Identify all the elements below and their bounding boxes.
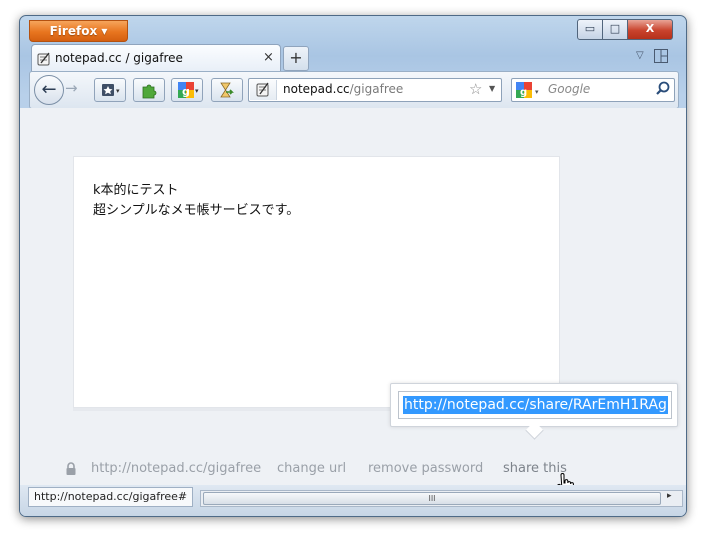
google-toolbar-button[interactable]: g ▾ [171,78,203,102]
url-bar[interactable]: notepad.cc/gigafree ☆ ▼ [248,78,502,102]
tab-groups-icon[interactable] [654,49,668,63]
scrollbar-thumb[interactable]: III [203,492,661,505]
note-line: k本的にテスト [93,183,179,198]
share-url-selected: http://notepad.cc/share/RArEmH1RAg [403,396,668,414]
svg-text:g: g [520,87,527,98]
page-url-link[interactable]: http://notepad.cc/gigafree [91,461,261,476]
close-window-button[interactable]: X [627,19,673,40]
scroll-right-arrow-icon[interactable]: ▸ [667,491,672,501]
bookmarks-menu-button[interactable]: ▾ [94,78,126,102]
svg-text:▾: ▾ [116,87,120,95]
url-text[interactable]: notepad.cc/gigafree [283,82,403,96]
back-button[interactable]: ← [34,75,64,105]
notepad-favicon-icon [256,82,269,97]
search-placeholder: Google [548,82,591,96]
svg-text:▾: ▾ [195,87,199,95]
minimize-button[interactable]: ▭ [577,19,603,40]
browser-window: Firefox ▾ ▭ □ X notepad.cc / gigafree × … [19,15,687,517]
site-identity-button[interactable] [250,80,277,100]
horizontal-scrollbar[interactable]: III ▸ [200,490,683,507]
url-path: /gigafree [349,82,404,96]
notepad-favicon-icon [37,52,50,66]
google-logo-icon: g ▾ [178,82,199,98]
share-url-field[interactable]: http://notepad.cc/share/RArEmH1RAg [398,391,672,419]
puzzle-piece-icon [142,84,157,99]
addons-button[interactable] [133,78,165,102]
bookmark-star-icon[interactable]: ☆ [469,80,482,98]
url-dropdown-chevron-icon[interactable]: ▼ [489,84,495,93]
forward-button[interactable]: → [65,79,78,97]
status-link-url: http://notepad.cc/gigafree# [28,487,194,507]
svg-text:▾: ▾ [535,88,539,96]
tab-notepad[interactable]: notepad.cc / gigafree × [31,44,281,73]
remove-password-link[interactable]: remove password [368,461,483,476]
status-bar: http://notepad.cc/gigafree# III ▸ [20,485,686,516]
tab-close-button[interactable]: × [263,50,274,65]
page-content: k本的にテスト 超シンプルなメモ帳サービスです。 http://notepad.… [20,108,686,496]
svg-text:g: g [182,85,190,98]
note-editor[interactable]: k本的にテスト 超シンプルなメモ帳サービスです。 [73,156,560,408]
navigation-toolbar: ← → ▾ g ▾ notepad.cc/gigafree ☆ ▼ g ▾ Go… [29,71,679,109]
download-helper-button[interactable] [211,78,243,102]
url-domain: notepad.cc [283,82,350,96]
tab-list-chevron-icon[interactable]: ▽ [636,50,644,61]
search-icon[interactable] [655,80,671,98]
google-engine-icon[interactable]: g ▾ [515,81,545,99]
change-url-link[interactable]: change url [277,461,346,476]
maximize-button[interactable]: □ [602,19,628,40]
hourglass-arrow-icon [220,82,234,98]
search-bar[interactable]: g ▾ Google [511,78,675,102]
firefox-menu-button[interactable]: Firefox ▾ [29,20,128,42]
lock-icon [66,462,76,475]
note-line: 超シンプルなメモ帳サービスです。 [93,203,300,218]
bookmark-star-icon: ▾ [102,84,120,96]
tab-title: notepad.cc / gigafree [55,51,183,65]
new-tab-button[interactable]: + [283,46,309,71]
